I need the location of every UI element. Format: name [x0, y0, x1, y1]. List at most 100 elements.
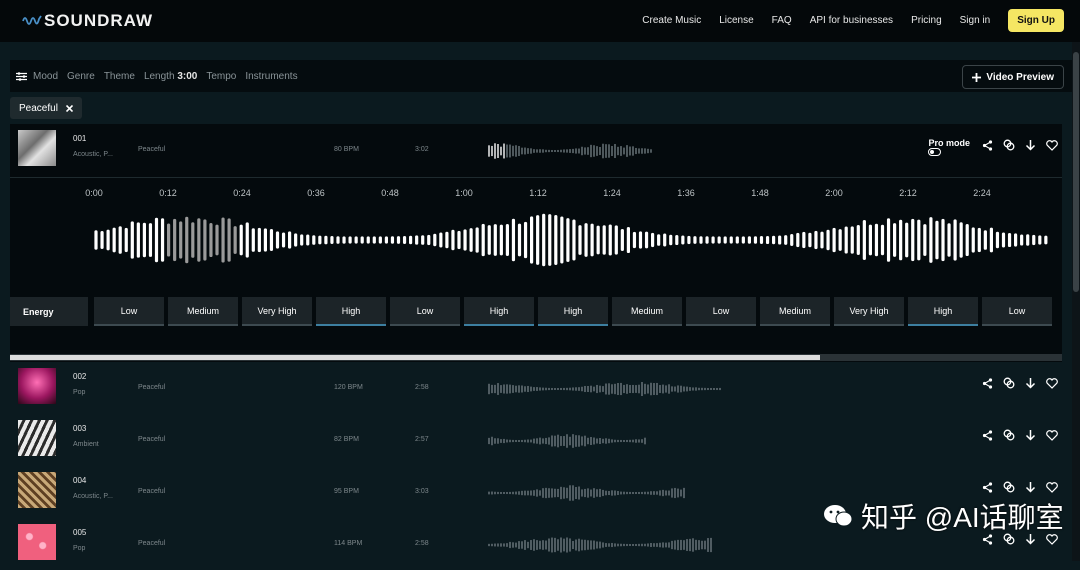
- timeline-tick: 0:48: [381, 188, 399, 198]
- filter-bar: Mood Genre Theme Length 3:00 Tempo Instr…: [10, 60, 1072, 92]
- track-row[interactable]: 002 Pop Peaceful 120 BPM 2:58: [10, 362, 1062, 414]
- timeline-tick: 2:12: [899, 188, 917, 198]
- filter-length-value: 3:00: [177, 70, 198, 82]
- nav-create-music[interactable]: Create Music: [642, 15, 701, 26]
- track-number: 005: [73, 528, 87, 537]
- nav-api[interactable]: API for businesses: [810, 15, 893, 26]
- energy-segment[interactable]: Very High: [834, 297, 904, 326]
- track-waveform-large[interactable]: [0, 210, 1056, 270]
- track-mini-waveform[interactable]: [487, 372, 722, 406]
- download-icon[interactable]: [1025, 376, 1036, 394]
- pro-mode-toggle[interactable]: Pro mode: [928, 138, 970, 156]
- filter-genre[interactable]: Genre: [67, 71, 95, 82]
- timeline-tick: 0:00: [85, 188, 103, 198]
- energy-segment[interactable]: Medium: [760, 297, 830, 326]
- page-scrollbar-thumb[interactable]: [1073, 52, 1079, 292]
- track-mini-waveform[interactable]: [487, 528, 712, 562]
- track-genre: Pop: [73, 389, 86, 396]
- track-actions: [982, 376, 1058, 394]
- track-length: 2:58: [415, 540, 429, 547]
- track-row[interactable]: 003 Ambient Peaceful 82 BPM 2:57: [10, 414, 1062, 466]
- track-bpm: 80 BPM: [334, 146, 359, 153]
- nav-license[interactable]: License: [719, 15, 753, 26]
- timeline-scrollbar-thumb[interactable]: [10, 355, 820, 360]
- track-number: 003: [73, 424, 87, 433]
- timeline-tick: 1:12: [529, 188, 547, 198]
- filter-length[interactable]: Length 3:00: [144, 71, 197, 82]
- track-mood: Peaceful: [138, 488, 166, 495]
- similar-tracks-icon[interactable]: [1003, 428, 1015, 446]
- brand-name: SOUNDRAW: [44, 11, 154, 30]
- watermark: 知乎 @AI话聊室: [823, 496, 1064, 536]
- sign-up-button[interactable]: Sign Up: [1008, 9, 1064, 32]
- favorite-heart-icon[interactable]: [1046, 138, 1058, 156]
- energy-segment[interactable]: High: [908, 297, 978, 326]
- timeline-tick: 2:00: [825, 188, 843, 198]
- brand-logo[interactable]: SOUNDRAW: [22, 11, 153, 31]
- similar-tracks-icon[interactable]: [1003, 376, 1015, 394]
- timeline-tick: 1:48: [751, 188, 769, 198]
- track-genre: Acoustic, P...: [73, 493, 113, 500]
- track-bpm: 95 BPM: [334, 488, 359, 495]
- active-filter-tag[interactable]: Peaceful: [10, 97, 82, 119]
- favorite-heart-icon[interactable]: [1046, 376, 1058, 394]
- pro-mode-label: Pro mode: [928, 138, 970, 148]
- track-actions: Pro mode: [928, 138, 1058, 156]
- filter-theme[interactable]: Theme: [104, 71, 135, 82]
- track-mood: Peaceful: [138, 436, 166, 443]
- track-thumbnail: [18, 420, 56, 456]
- filter-instruments[interactable]: Instruments: [245, 71, 297, 82]
- nav-faq[interactable]: FAQ: [772, 15, 792, 26]
- energy-segment[interactable]: Low: [94, 297, 164, 326]
- energy-segment[interactable]: Low: [982, 297, 1052, 326]
- timeline-tick: 2:24: [973, 188, 991, 198]
- video-preview-button[interactable]: Video Preview: [962, 65, 1064, 89]
- timeline-tick: 1:00: [455, 188, 473, 198]
- filter-mood[interactable]: Mood: [33, 71, 58, 82]
- track-length: 2:57: [415, 436, 429, 443]
- page-scrollbar[interactable]: [1072, 42, 1080, 561]
- track-actions: [982, 428, 1058, 446]
- share-icon[interactable]: [982, 376, 993, 394]
- download-icon[interactable]: [1025, 428, 1036, 446]
- energy-segment[interactable]: Very High: [242, 297, 312, 326]
- track-mood: Peaceful: [138, 540, 166, 547]
- toggle-icon: [928, 148, 942, 156]
- track-mini-waveform[interactable]: [487, 424, 647, 458]
- energy-segment[interactable]: Low: [390, 297, 460, 326]
- favorite-heart-icon[interactable]: [1046, 428, 1058, 446]
- similar-tracks-icon[interactable]: [1003, 138, 1015, 156]
- filter-tempo[interactable]: Tempo: [206, 71, 236, 82]
- wechat-icon: [824, 505, 853, 527]
- track-length: 3:02: [415, 146, 429, 153]
- share-icon[interactable]: [982, 428, 993, 446]
- energy-segment[interactable]: Low: [686, 297, 756, 326]
- energy-segment[interactable]: High: [316, 297, 386, 326]
- track-thumbnail: [18, 472, 56, 508]
- track-genre: Ambient: [73, 441, 99, 448]
- nav-sign-in[interactable]: Sign in: [960, 15, 991, 26]
- track-row[interactable]: 001 Acoustic, P... Peaceful 80 BPM 3:02 …: [10, 124, 1062, 176]
- active-filter-label: Peaceful: [19, 102, 58, 114]
- timeline-ruler: 0:00 0:12 0:24 0:36 0:48 1:00 1:12 1:24 …: [0, 188, 1050, 202]
- timeline-tick: 0:36: [307, 188, 325, 198]
- energy-segment[interactable]: High: [464, 297, 534, 326]
- close-icon[interactable]: [65, 104, 73, 112]
- track-bpm: 120 BPM: [334, 384, 363, 391]
- track-mini-waveform[interactable]: [487, 134, 652, 168]
- energy-segment[interactable]: Medium: [612, 297, 682, 326]
- track-number: 004: [73, 476, 87, 485]
- download-icon[interactable]: [1025, 138, 1036, 156]
- track-thumbnail: [18, 524, 56, 560]
- energy-segment[interactable]: High: [538, 297, 608, 326]
- nav-pricing[interactable]: Pricing: [911, 15, 942, 26]
- timeline-tick: 0:12: [159, 188, 177, 198]
- filter-sliders-icon[interactable]: [16, 71, 27, 81]
- energy-segment[interactable]: Medium: [168, 297, 238, 326]
- track-mini-waveform[interactable]: [487, 476, 687, 510]
- share-icon[interactable]: [982, 138, 993, 156]
- track-mood: Peaceful: [138, 146, 166, 153]
- timeline-tick: 1:24: [603, 188, 621, 198]
- panel-divider: [10, 177, 1062, 178]
- track-thumbnail: [18, 130, 56, 166]
